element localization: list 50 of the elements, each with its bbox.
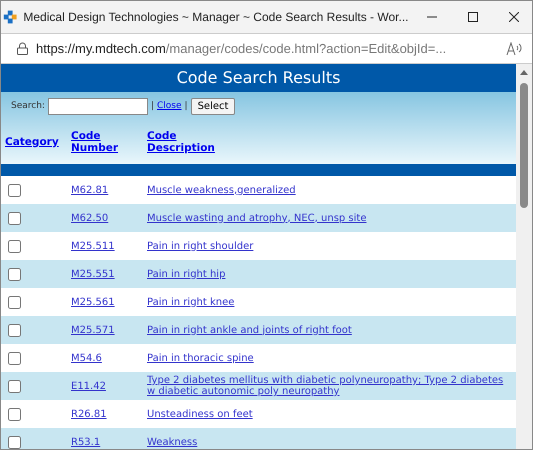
- row-checkbox[interactable]: [8, 380, 21, 392]
- description-link[interactable]: Pain in right shoulder: [147, 240, 516, 252]
- row-checkbox[interactable]: [8, 408, 21, 420]
- column-header-link[interactable]: Code Number: [71, 130, 118, 154]
- description-link[interactable]: Muscle wasting and atrophy, NEC, unsp site: [147, 212, 516, 224]
- code-link[interactable]: M25.511: [71, 240, 147, 252]
- select-button[interactable]: Select: [190, 98, 236, 114]
- code-link[interactable]: E11.42: [71, 380, 147, 392]
- code-link[interactable]: M54.6: [71, 352, 147, 364]
- code-link[interactable]: M62.50: [71, 212, 147, 224]
- lock-icon: [17, 42, 28, 55]
- column-header-link[interactable]: Code Description: [147, 130, 215, 154]
- scroll-thumb[interactable]: [520, 83, 528, 208]
- read-aloud-icon[interactable]: [506, 42, 522, 56]
- description-link[interactable]: Pain in right ankle and joints of right foot: [147, 324, 516, 336]
- close-icon: [509, 12, 520, 22]
- scroll-up-icon[interactable]: [520, 70, 528, 75]
- description-link[interactable]: Type 2 diabetes mellitus with diabetic polyneuropathy; Type 2 diabetes w diabetic autonomic poly neuropathy: [147, 375, 516, 397]
- search-label: Search:: [11, 101, 45, 111]
- row-checkbox[interactable]: [8, 268, 21, 280]
- code-link[interactable]: M25.561: [71, 296, 147, 308]
- row-checkbox[interactable]: [8, 352, 21, 364]
- description-link[interactable]: Weakness: [147, 436, 516, 448]
- code-link[interactable]: M25.571: [71, 324, 147, 336]
- row-checkbox[interactable]: [8, 436, 21, 448]
- app-logo-icon: [3, 8, 18, 26]
- row-checkbox[interactable]: [8, 184, 21, 196]
- separator-text: |: [184, 101, 188, 111]
- maximize-icon: [468, 12, 478, 22]
- url-text[interactable]: https://my.mdtech.com/manager/codes/code.html?action=Edit&objId=...: [36, 41, 498, 56]
- description-link[interactable]: Pain in right hip: [147, 268, 516, 280]
- row-checkbox[interactable]: [8, 324, 21, 336]
- close-link[interactable]: Close: [157, 101, 182, 111]
- description-link[interactable]: Muscle weakness,generalized: [147, 184, 516, 196]
- row-checkbox[interactable]: [8, 212, 21, 224]
- column-header-link[interactable]: Category: [5, 136, 59, 148]
- code-link[interactable]: R53.1: [71, 436, 147, 448]
- code-link[interactable]: M62.81: [71, 184, 147, 196]
- row-checkbox[interactable]: [8, 296, 21, 308]
- code-link[interactable]: M25.551: [71, 268, 147, 280]
- description-link[interactable]: Pain in right knee: [147, 296, 516, 308]
- scrollbar[interactable]: [516, 64, 532, 449]
- row-checkbox[interactable]: [8, 240, 21, 252]
- search-field[interactable]: [48, 98, 148, 114]
- page-title: Code Search Results: [1, 64, 516, 92]
- code-link[interactable]: R26.81: [71, 408, 147, 420]
- separator-text: |: [150, 101, 154, 111]
- description-link[interactable]: Unsteadiness on feet: [147, 408, 516, 420]
- description-link[interactable]: Pain in thoracic spine: [147, 352, 516, 364]
- window-title: Medical Design Technologies ~ Manager ~ Code Search Results - Wor...: [23, 10, 408, 24]
